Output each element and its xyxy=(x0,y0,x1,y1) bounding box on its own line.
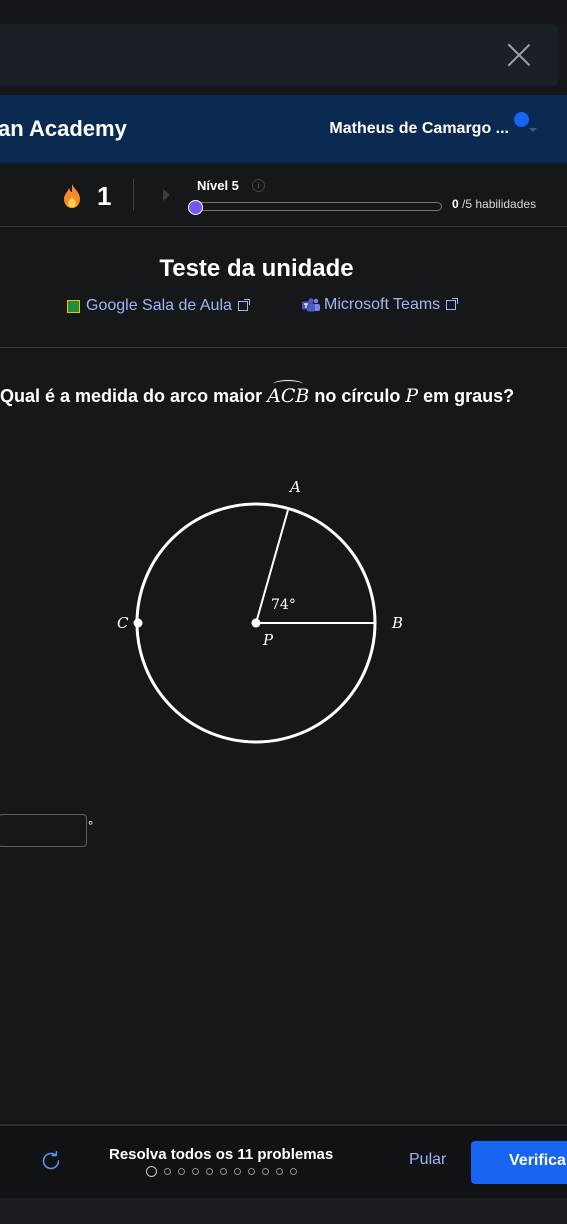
microsoft-teams-icon xyxy=(302,298,320,312)
point-a-label: A xyxy=(288,478,301,496)
close-icon[interactable] xyxy=(506,42,532,68)
refresh-icon[interactable] xyxy=(40,1150,62,1172)
external-link-icon xyxy=(446,298,459,310)
problem-dot xyxy=(262,1168,269,1175)
problem-dot xyxy=(178,1168,185,1175)
circle-label: P xyxy=(405,385,419,407)
circle-diagram: A B C P 74° xyxy=(117,478,403,744)
vertical-divider xyxy=(133,179,134,211)
skills-done: 0 xyxy=(452,197,459,211)
question-text: Qual é a medida do arco maior ACB no cír… xyxy=(0,380,520,409)
verify-button[interactable]: Verifica xyxy=(471,1141,567,1184)
answer-input[interactable] xyxy=(0,814,87,847)
problem-dot xyxy=(206,1168,213,1175)
streak-count: 1 xyxy=(97,181,112,211)
angle-label: 74° xyxy=(271,597,296,613)
point-c-dot xyxy=(133,618,143,628)
question-suffix: em graus? xyxy=(418,386,515,406)
user-menu-name[interactable]: Matheus de Camargo ... xyxy=(329,120,509,138)
skills-total: /5 habilidades xyxy=(458,197,537,211)
external-link-icon xyxy=(237,299,250,311)
page-title: Teste da unidade xyxy=(159,255,354,282)
exercise-footer: Resolva todos os 11 problemas Pular Veri… xyxy=(0,1126,567,1198)
flame-icon xyxy=(64,184,80,208)
divider xyxy=(0,347,567,348)
progress-bar-row: 1 Nível 5 i 0 /5 habilidades xyxy=(0,163,567,225)
degree-unit: ° xyxy=(88,818,94,833)
question-middle: no círculo xyxy=(309,386,406,406)
play-icon[interactable] xyxy=(163,189,170,201)
info-icon[interactable]: i xyxy=(252,179,265,192)
skip-button[interactable]: Pular xyxy=(409,1151,446,1169)
brand-logo-text[interactable]: an Academy xyxy=(0,116,127,142)
point-b-label: B xyxy=(391,614,403,632)
avatar-icon[interactable] xyxy=(514,112,529,127)
chevron-down-icon[interactable] xyxy=(529,128,537,132)
level-progress-knob xyxy=(188,200,203,215)
google-classroom-link[interactable]: Google Sala de Aula xyxy=(67,297,250,315)
point-p-label: P xyxy=(262,631,274,649)
problem-dot xyxy=(276,1168,283,1175)
divider xyxy=(0,226,567,227)
problem-dot xyxy=(192,1168,199,1175)
arc-label: ACB xyxy=(267,380,310,407)
problem-dots xyxy=(146,1166,297,1177)
problems-instruction: Resolva todos os 11 problemas xyxy=(109,1146,334,1163)
problem-dot xyxy=(164,1168,171,1175)
google-classroom-icon xyxy=(67,299,80,313)
question-prefix: Qual é a medida do arco maior xyxy=(0,386,268,406)
site-header: an Academy Matheus de Camargo ... xyxy=(0,95,567,163)
problem-dot xyxy=(234,1168,241,1175)
point-p-dot xyxy=(251,618,261,628)
bottom-strip xyxy=(0,1198,567,1224)
level-label: Nível 5 xyxy=(197,178,239,193)
problem-dot xyxy=(290,1168,297,1175)
microsoft-teams-label: Microsoft Teams xyxy=(324,296,441,313)
point-c-label: C xyxy=(117,614,129,632)
problem-dot xyxy=(220,1168,227,1175)
modal-top-bar xyxy=(0,24,558,86)
browser-top-strip xyxy=(0,0,567,22)
google-classroom-label: Google Sala de Aula xyxy=(86,297,232,314)
skills-counter: 0 /5 habilidades xyxy=(452,197,536,211)
level-progress-track xyxy=(196,202,442,211)
microsoft-teams-link[interactable]: Microsoft Teams xyxy=(301,296,459,314)
problem-dot xyxy=(248,1168,255,1175)
problem-dot xyxy=(146,1166,157,1177)
